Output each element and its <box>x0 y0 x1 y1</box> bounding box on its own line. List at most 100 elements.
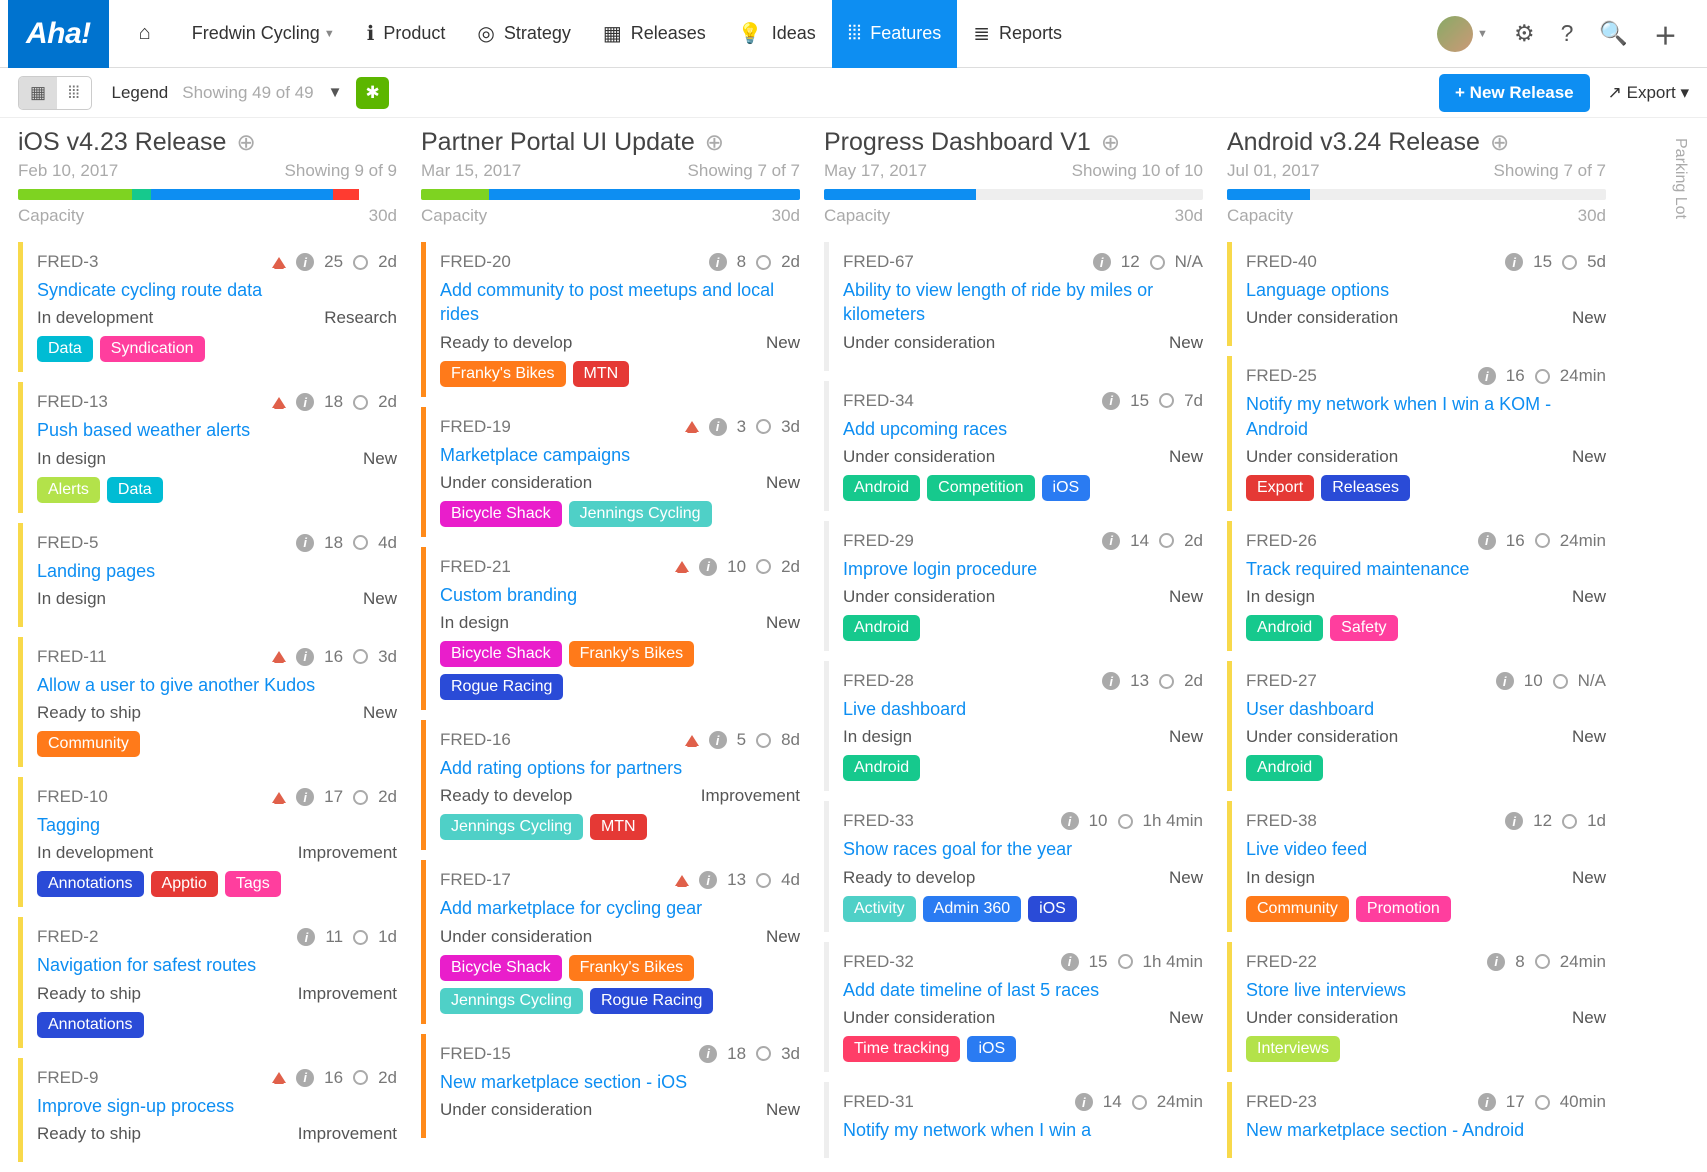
tag[interactable]: MTN <box>590 814 647 840</box>
feature-title[interactable]: Live dashboard <box>843 697 1203 721</box>
feature-card[interactable]: FRED-67i12N/AAbility to view length of r… <box>824 242 1203 371</box>
tag[interactable]: Data <box>107 477 163 503</box>
tag[interactable]: Franky's Bikes <box>569 641 695 667</box>
feature-card[interactable]: FRED-22i824minStore live interviewsUnder… <box>1227 942 1606 1072</box>
tag[interactable]: Data <box>37 336 93 362</box>
tag[interactable]: Safety <box>1330 615 1397 641</box>
feature-title[interactable]: User dashboard <box>1246 697 1606 721</box>
tag[interactable]: Promotion <box>1356 896 1451 922</box>
feature-title[interactable]: Tagging <box>37 813 397 837</box>
gear-icon[interactable]: ⚙ <box>1514 20 1535 47</box>
tag[interactable]: Annotations <box>37 871 144 897</box>
tag[interactable]: iOS <box>1042 475 1091 501</box>
add-feature-icon[interactable]: ⊕ <box>236 129 255 156</box>
tag[interactable]: iOS <box>967 1036 1016 1062</box>
feature-card[interactable]: FRED-2i111dNavigation for safest routesR… <box>18 917 397 1047</box>
feature-card[interactable]: FRED-25i1624minNotify my network when I … <box>1227 356 1606 511</box>
feature-card[interactable]: FRED-32i151h 4minAdd date timeline of la… <box>824 942 1203 1072</box>
grid-view-icon[interactable]: ⦙⦙⦙ <box>57 77 90 109</box>
legend-label[interactable]: Legend <box>112 83 169 103</box>
feature-title[interactable]: Notify my network when I win a KOM - And… <box>1246 392 1606 441</box>
tag[interactable]: Franky's Bikes <box>440 361 566 387</box>
feature-title[interactable]: Add date timeline of last 5 races <box>843 978 1203 1002</box>
tag[interactable]: Jennings Cycling <box>440 814 583 840</box>
feature-card[interactable]: FRED-17i134dAdd marketplace for cycling … <box>421 860 800 1023</box>
tag[interactable]: iOS <box>1028 896 1077 922</box>
workspace-dropdown[interactable]: Fredwin Cycling▼ <box>176 0 351 68</box>
nav-product[interactable]: ℹProduct <box>351 0 462 68</box>
tag[interactable]: Interviews <box>1246 1036 1340 1062</box>
tag[interactable]: Franky's Bikes <box>569 955 695 981</box>
tag[interactable]: Android <box>1246 615 1323 641</box>
board-view-icon[interactable]: ▦ <box>19 77 57 109</box>
tag[interactable]: Admin 360 <box>923 896 1022 922</box>
nav-releases[interactable]: ▦Releases <box>587 0 722 68</box>
feature-title[interactable]: Marketplace campaigns <box>440 443 800 467</box>
tag[interactable]: Bicycle Shack <box>440 641 562 667</box>
feature-title[interactable]: Language options <box>1246 278 1606 302</box>
feature-title[interactable]: Store live interviews <box>1246 978 1606 1002</box>
feature-title[interactable]: Syndicate cycling route data <box>37 278 397 302</box>
feature-card[interactable]: FRED-13i182dPush based weather alertsIn … <box>18 382 397 512</box>
new-release-button[interactable]: + New Release <box>1439 74 1590 112</box>
add-icon[interactable]: ＋ <box>1654 17 1677 51</box>
view-toggle[interactable]: ▦ ⦙⦙⦙ <box>18 76 92 110</box>
tag[interactable]: Alerts <box>37 477 100 503</box>
feature-card[interactable]: FRED-9i162dImprove sign-up processReady … <box>18 1058 397 1162</box>
feature-title[interactable]: Custom branding <box>440 583 800 607</box>
feature-card[interactable]: FRED-11i163dAllow a user to give another… <box>18 637 397 767</box>
feature-title[interactable]: Add community to post meetups and local … <box>440 278 800 327</box>
tag[interactable]: Export <box>1246 475 1314 501</box>
feature-title[interactable]: Allow a user to give another Kudos <box>37 673 397 697</box>
feature-title[interactable]: Add marketplace for cycling gear <box>440 896 800 920</box>
feature-title[interactable]: Show races goal for the year <box>843 837 1203 861</box>
tag[interactable]: Jennings Cycling <box>569 501 712 527</box>
tag[interactable]: Competition <box>927 475 1034 501</box>
tag[interactable]: Syndication <box>100 336 205 362</box>
filter-icon[interactable]: ▼ <box>328 84 343 101</box>
tag[interactable]: Bicycle Shack <box>440 501 562 527</box>
release-title[interactable]: Progress Dashboard V1 <box>824 128 1091 157</box>
tag[interactable]: Annotations <box>37 1012 144 1038</box>
feature-title[interactable]: Landing pages <box>37 559 397 583</box>
feature-title[interactable]: Ability to view length of ride by miles … <box>843 278 1203 327</box>
feature-card[interactable]: FRED-40i155dLanguage optionsUnder consid… <box>1227 242 1606 346</box>
tag[interactable]: Releases <box>1321 475 1410 501</box>
tag[interactable]: Activity <box>843 896 916 922</box>
feature-card[interactable]: FRED-26i1624minTrack required maintenanc… <box>1227 521 1606 651</box>
feature-card[interactable]: FRED-3i252dSyndicate cycling route dataI… <box>18 242 397 372</box>
feature-title[interactable]: Navigation for safest routes <box>37 953 397 977</box>
tag[interactable]: Community <box>1246 896 1349 922</box>
nav-reports[interactable]: ≣Reports <box>957 0 1078 68</box>
feature-card[interactable]: FRED-33i101h 4minShow races goal for the… <box>824 801 1203 931</box>
nav-features[interactable]: ⦙⦙⦙Features <box>832 0 958 68</box>
feature-card[interactable]: FRED-10i172dTaggingIn developmentImprove… <box>18 777 397 907</box>
settings-button[interactable]: ✱ <box>356 77 388 109</box>
add-feature-icon[interactable]: ⊕ <box>1101 129 1120 156</box>
feature-card[interactable]: FRED-5i184dLanding pagesIn designNew <box>18 523 397 627</box>
feature-title[interactable]: Track required maintenance <box>1246 557 1606 581</box>
feature-card[interactable]: FRED-15i183dNew marketplace section - iO… <box>421 1034 800 1138</box>
feature-card[interactable]: FRED-21i102dCustom brandingIn designNewB… <box>421 547 800 710</box>
feature-card[interactable]: FRED-29i142dImprove login procedureUnder… <box>824 521 1203 651</box>
home-button[interactable]: ⌂ <box>123 0 176 68</box>
tag[interactable]: Tags <box>225 871 281 897</box>
export-dropdown[interactable]: ↗ Export ▾ <box>1608 83 1689 103</box>
feature-card[interactable]: FRED-38i121dLive video feedIn designNewC… <box>1227 801 1606 931</box>
feature-title[interactable]: Add rating options for partners <box>440 756 800 780</box>
parking-lot-toggle[interactable]: ‹Parking Lot <box>1667 130 1707 227</box>
tag[interactable]: Bicycle Shack <box>440 955 562 981</box>
tag[interactable]: Jennings Cycling <box>440 988 583 1014</box>
tag[interactable]: Rogue Racing <box>440 674 563 700</box>
tag[interactable]: Time tracking <box>843 1036 960 1062</box>
tag[interactable]: Android <box>1246 755 1323 781</box>
release-title[interactable]: Android v3.24 Release <box>1227 128 1480 157</box>
feature-title[interactable]: Add upcoming races <box>843 417 1203 441</box>
feature-card[interactable]: FRED-20i82dAdd community to post meetups… <box>421 242 800 397</box>
release-title[interactable]: iOS v4.23 Release <box>18 128 226 157</box>
avatar-menu[interactable]: ▼ <box>1437 16 1488 52</box>
feature-card[interactable]: FRED-31i1424minNotify my network when I … <box>824 1082 1203 1158</box>
tag[interactable]: MTN <box>573 361 630 387</box>
feature-card[interactable]: FRED-16i58dAdd rating options for partne… <box>421 720 800 850</box>
feature-title[interactable]: Improve sign-up process <box>37 1094 397 1118</box>
